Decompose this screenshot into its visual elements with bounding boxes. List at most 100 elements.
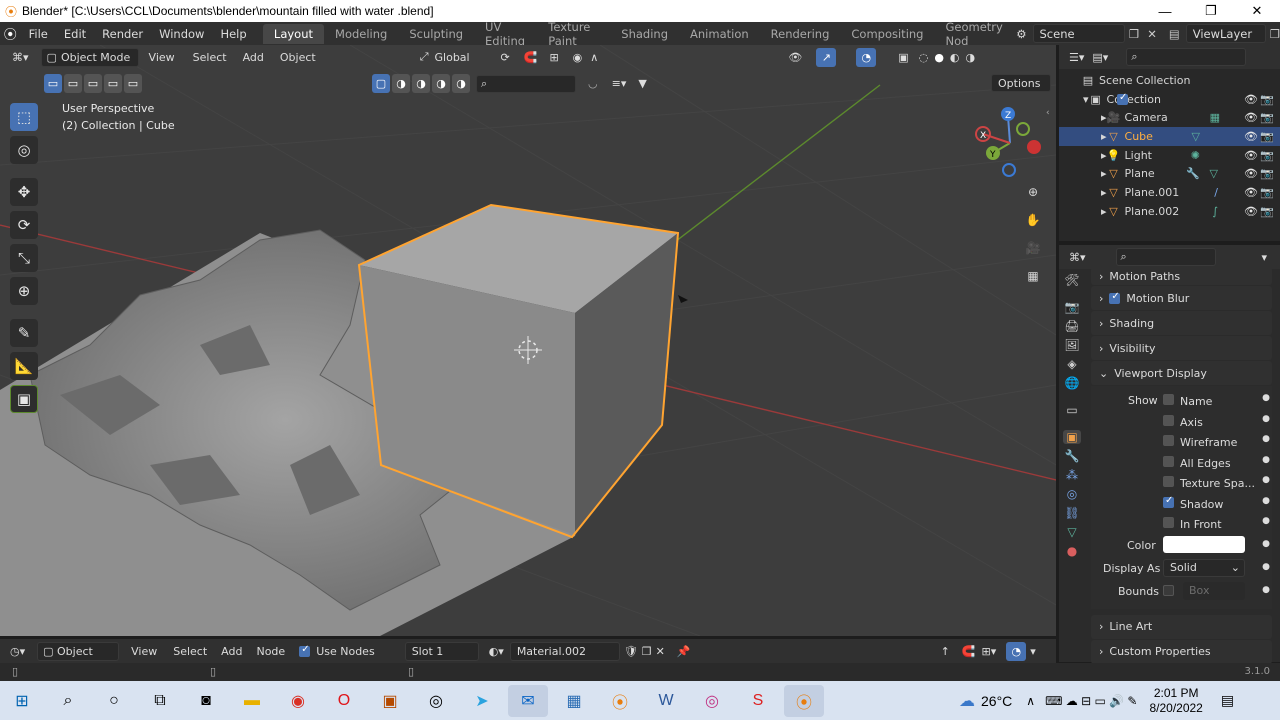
duplicate-material-icon[interactable]: ❐: [642, 645, 652, 658]
checkbox[interactable]: [1163, 394, 1174, 405]
select-subtract-icon[interactable]: ▭: [84, 74, 102, 93]
keyframe-dot-icon[interactable]: ●: [1262, 585, 1270, 595]
view-layer-selector[interactable]: ViewLayer: [1185, 24, 1266, 43]
tray-chevron-icon[interactable]: ∧: [1026, 694, 1035, 708]
render-icon[interactable]: 📷: [1260, 205, 1274, 218]
select-invert-icon[interactable]: ▭: [104, 74, 122, 93]
cursor-tool-icon[interactable]: ◎: [10, 136, 38, 164]
keyframe-dot-icon[interactable]: ●: [1262, 539, 1270, 549]
visibility-icon[interactable]: 👁: [1244, 205, 1258, 218]
tray-icons[interactable]: ⌨ ☁ ⊟ ▭ 🔊 ✎: [1045, 694, 1137, 708]
wireframe-shading-icon[interactable]: ◌: [919, 51, 929, 64]
display-as-dropdown[interactable]: Solid ⌄: [1163, 558, 1245, 577]
shader-type-selector[interactable]: ▢ Object: [37, 641, 120, 661]
menu-help[interactable]: Help: [212, 27, 254, 41]
shader-menu-node[interactable]: Node: [252, 645, 289, 658]
scale-tool-icon[interactable]: ⤡: [10, 244, 38, 272]
section-shading[interactable]: › Shading: [1091, 311, 1272, 335]
options-dropdown[interactable]: Options: [991, 74, 1051, 92]
shader-editor-type-icon[interactable]: ◷▾: [10, 645, 25, 658]
proportional-edit-icon[interactable]: ◉: [573, 51, 583, 64]
display-filter-icon[interactable]: ≡▾: [612, 77, 627, 90]
solid-shading-icon[interactable]: ●: [934, 51, 944, 64]
gizmo-neg-x[interactable]: [1027, 140, 1041, 154]
cortana-icon[interactable]: ○: [94, 685, 134, 717]
use-nodes-checkbox[interactable]: [299, 644, 311, 657]
gizmo-neg-y[interactable]: [1016, 122, 1030, 136]
weather-temp[interactable]: 26°C: [981, 693, 1012, 709]
tab-shading[interactable]: Shading: [610, 24, 679, 44]
close-window-button[interactable]: ✕: [1234, 3, 1280, 19]
filter-camera-icon[interactable]: ◑: [432, 74, 450, 93]
parent-node-tree-icon[interactable]: ↑: [941, 645, 950, 658]
funnel-filter-icon[interactable]: ▼: [638, 77, 646, 90]
outliner-item-light[interactable]: ▸ 💡 Light ✺ 👁 📷: [1059, 146, 1280, 165]
material-browse-icon[interactable]: ◐▾: [489, 645, 504, 658]
tab-compositing[interactable]: Compositing: [840, 24, 934, 44]
clock[interactable]: 2:01 PM 8/20/2022: [1149, 686, 1202, 716]
render-icon[interactable]: 📷: [1260, 130, 1274, 143]
checkbox[interactable]: [1163, 517, 1174, 528]
blender-active-icon[interactable]: ⦿: [784, 684, 824, 717]
tab-layout[interactable]: Layout: [262, 23, 325, 44]
collection-visibility-icon[interactable]: 👁: [1244, 93, 1258, 106]
outliner-display-mode-icon[interactable]: ▤▾: [1092, 51, 1108, 64]
game-icon[interactable]: ▣: [370, 685, 410, 717]
section-custom-properties[interactable]: › Custom Properties: [1091, 639, 1272, 664]
copy-view-layer-icon[interactable]: ❐: [1270, 27, 1280, 41]
outliner-item-plane-002[interactable]: ▸ ▽ Plane.002 ∫ 👁 📷: [1059, 202, 1280, 221]
rotate-tool-icon[interactable]: ⟳: [10, 211, 38, 239]
chrome-icon[interactable]: ◉: [278, 685, 318, 717]
checkbox[interactable]: [1163, 435, 1174, 446]
visibility-icon[interactable]: 👁: [1244, 186, 1258, 199]
menu-render[interactable]: Render: [94, 27, 151, 41]
visibility-icon[interactable]: 👁: [1244, 130, 1258, 143]
properties-editor-icon[interactable]: ⌘▾: [1069, 251, 1086, 264]
word-icon[interactable]: W: [646, 685, 686, 717]
media-player-icon[interactable]: ◎: [416, 685, 456, 717]
outliner-item-plane[interactable]: ▸ ▽ Plane 🔧 ▽ 👁 📷: [1059, 164, 1280, 183]
visibility-icon[interactable]: 👁: [1244, 167, 1258, 180]
blender-taskbar-icon[interactable]: ⦿: [600, 685, 640, 717]
outliner-editor-icon[interactable]: ☰▾: [1069, 51, 1084, 64]
outliner-item-plane-001[interactable]: ▸ ▽ Plane.001 / 👁 📷: [1059, 183, 1280, 202]
copy-scene-icon[interactable]: ❐: [1129, 27, 1139, 41]
shader-menu-select[interactable]: Select: [169, 645, 211, 658]
bounds-dropdown[interactable]: Box: [1183, 581, 1245, 600]
checkbox[interactable]: [1163, 495, 1174, 508]
show-name-row[interactable]: Show Name ●: [1091, 390, 1272, 411]
pin-icon[interactable]: 📌: [677, 645, 691, 658]
render-icon[interactable]: 📷: [1260, 149, 1274, 162]
tab-animation[interactable]: Animation: [679, 24, 760, 44]
opera-icon[interactable]: O: [324, 685, 364, 717]
maximize-button[interactable]: ❐: [1188, 3, 1234, 19]
bounds-checkbox[interactable]: [1163, 584, 1174, 596]
filter-curve-icon[interactable]: ◑: [392, 74, 410, 93]
add-cube-tool-icon[interactable]: ▣: [10, 385, 38, 413]
outliner-item-cube[interactable]: ▸ ▽ Cube ▽ 👁 📷: [1059, 127, 1280, 146]
measure-tool-icon[interactable]: 📐: [10, 352, 38, 380]
tab-rendering[interactable]: Rendering: [760, 24, 841, 44]
3d-viewport[interactable]: User Perspective (2) Collection | Cube ⬚…: [0, 45, 1056, 636]
rendered-shading-icon[interactable]: ◑: [966, 51, 976, 64]
menu-edit[interactable]: Edit: [56, 27, 94, 41]
scene-collection-row[interactable]: ▤ Scene Collection: [1059, 71, 1280, 90]
render-icon[interactable]: 📷: [1260, 111, 1274, 124]
visibility-icon[interactable]: 👁: [1244, 149, 1258, 162]
mail-icon[interactable]: ✉: [508, 684, 548, 717]
collection-row[interactable]: ▾ ▣ Collection 👁 📷: [1059, 90, 1280, 109]
camera-view-icon[interactable]: 🎥: [1022, 237, 1044, 259]
menu-window[interactable]: Window: [151, 27, 212, 41]
select-extend-icon[interactable]: ▭: [64, 74, 82, 93]
filter-mesh-icon[interactable]: ▢: [372, 74, 390, 93]
show-wireframe-row[interactable]: Wireframe ●: [1091, 431, 1272, 452]
snap-element-icon[interactable]: ⊞▾: [982, 645, 997, 658]
move-tool-icon[interactable]: ✥: [10, 178, 38, 206]
transform-orientation-selector[interactable]: Global: [435, 51, 491, 64]
shader-menu-view[interactable]: View: [119, 645, 169, 658]
material-slot-dropdown[interactable]: Slot 1: [404, 641, 479, 661]
keyframe-dot-icon[interactable]: ●: [1262, 414, 1270, 424]
unlink-material-icon[interactable]: ✕: [656, 645, 665, 658]
filter-light-icon[interactable]: ◑: [412, 74, 430, 93]
show-in-front-row[interactable]: In Front ●: [1091, 513, 1272, 534]
